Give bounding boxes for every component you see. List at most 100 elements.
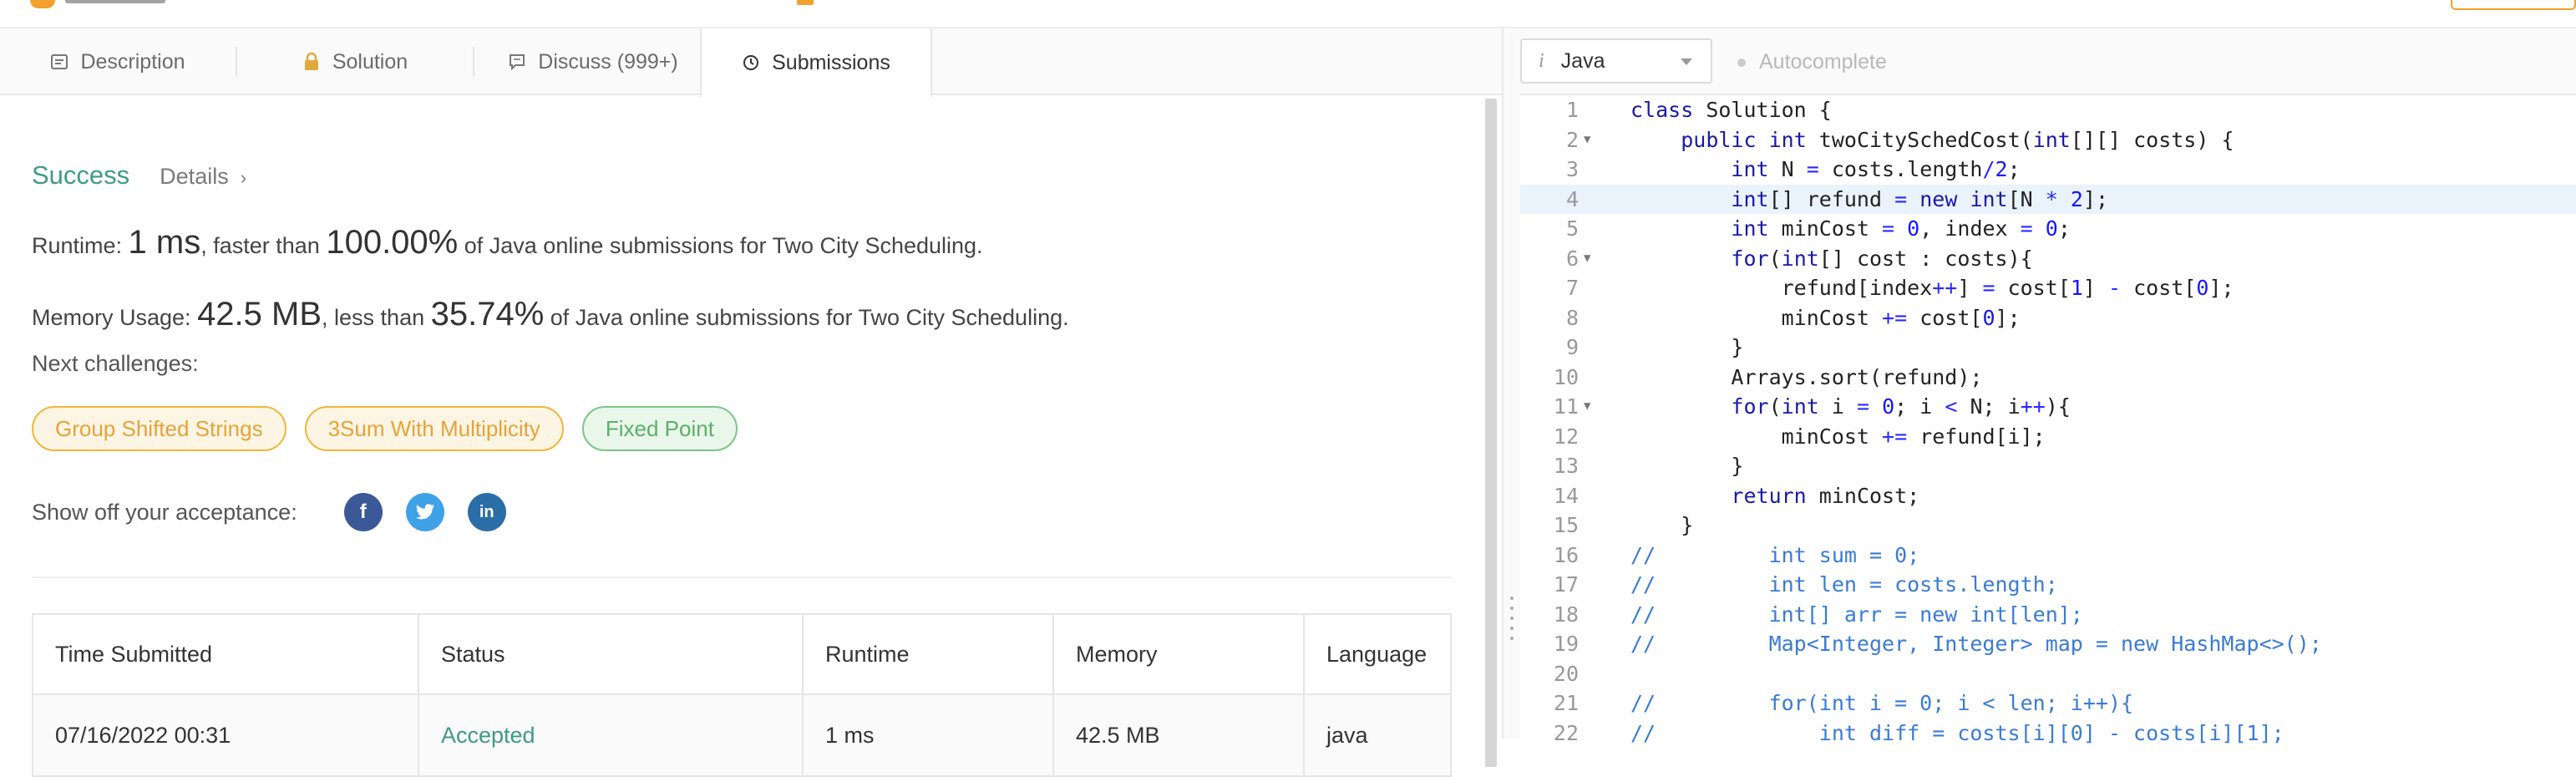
facebook-icon[interactable]: f xyxy=(343,493,383,531)
memory-mid: , less than xyxy=(322,305,431,330)
code-text: // int sum = 0; xyxy=(1630,542,1920,567)
line-number: 4 xyxy=(1565,186,1579,211)
code-line[interactable]: 22 // int diff = costs[i][0] - costs[i][1… xyxy=(1520,719,2576,748)
code-line[interactable]: 20 xyxy=(1520,659,2576,688)
code-line[interactable]: 6 ▼ for(int[] cost : costs){ xyxy=(1520,244,2576,273)
code-editor[interactable]: 1 class Solution {2 ▼ public int twoCitySc… xyxy=(1520,95,2576,745)
toggle-dot-icon xyxy=(1737,58,1746,67)
next-challenges-label: Next challenges: xyxy=(32,351,199,376)
autocomplete-toggle[interactable]: Autocomplete xyxy=(1737,50,1887,74)
code-line[interactable]: 9 } xyxy=(1520,333,2576,362)
top-navbar xyxy=(0,0,2576,28)
tab-submissions[interactable]: Submissions xyxy=(700,28,932,97)
column-header[interactable]: Runtime xyxy=(804,615,1054,693)
time-submitted-cell: 07/16/2022 00:31 xyxy=(33,695,419,775)
premium-icon[interactable] xyxy=(797,0,814,5)
editor-pane: i Java Autocomplete 1 class Solution { 2 ▼ … xyxy=(1520,28,2576,745)
column-header[interactable]: Language xyxy=(1305,615,1450,693)
tab-discuss[interactable]: Discuss (999+) xyxy=(474,28,712,95)
tab-description[interactable]: Description xyxy=(0,28,236,95)
problem-pane: Description Solution Discuss (999+) Subm… xyxy=(0,28,1502,777)
runtime-mid: , faster than xyxy=(200,233,327,258)
description-icon xyxy=(50,53,68,71)
autocomplete-label: Autocomplete xyxy=(1759,50,1887,74)
memory-tail: of Java online submissions for Two City … xyxy=(544,305,1069,330)
code-line[interactable]: 2 ▼ public int twoCitySchedCost(int[][] c… xyxy=(1520,125,2576,155)
navbar-item[interactable] xyxy=(65,0,165,3)
status-cell[interactable]: Accepted xyxy=(419,695,804,775)
table-row[interactable]: 07/16/2022 00:31 Accepted 1 ms 42.5 MB j… xyxy=(33,695,1450,775)
code-line[interactable]: 18 // int[] arr = new int[len]; xyxy=(1520,600,2576,629)
line-number: 18 xyxy=(1553,602,1579,627)
line-number: 9 xyxy=(1565,335,1579,359)
scrollbar[interactable] xyxy=(1485,99,1497,767)
runtime-tail: of Java online submissions for Two City … xyxy=(458,233,983,258)
line-number: 20 xyxy=(1553,661,1579,686)
code-text: // Map<Integer, Integer> map = new HashM… xyxy=(1630,632,2322,656)
code-line[interactable]: 10 Arrays.sort(refund); xyxy=(1520,363,2576,392)
code-line[interactable]: 4 int[] refund = new int[N * 2]; xyxy=(1520,184,2576,214)
line-number: 13 xyxy=(1553,454,1579,478)
code-text: int[] refund = new int[N * 2]; xyxy=(1731,186,2109,211)
line-number: 15 xyxy=(1553,513,1579,537)
code-line[interactable]: 8 minCost += cost[0]; xyxy=(1520,303,2576,333)
line-number: 1 xyxy=(1565,98,1579,122)
code-text: public int twoCitySchedCost(int[][] cost… xyxy=(1681,127,2234,152)
code-line[interactable]: 7 refund[index++] = cost[1] - cost[0]; xyxy=(1520,273,2576,302)
code-text: int N = costs.length/2; xyxy=(1731,157,2021,181)
code-line[interactable]: 5 int minCost = 0, index = 0; xyxy=(1520,214,2576,243)
memory-percentile: 35.74% xyxy=(430,296,545,333)
fold-arrow-icon[interactable]: ▼ xyxy=(1584,392,1595,421)
line-number: 5 xyxy=(1565,216,1579,241)
memory-stat: Memory Usage: 42.5 MB, less than 35.74% … xyxy=(32,296,1069,333)
memory-label: Memory Usage: xyxy=(32,305,198,330)
premium-button[interactable] xyxy=(2451,0,2576,10)
line-number: 3 xyxy=(1565,157,1579,181)
code-line[interactable]: 12 minCost += refund[i]; xyxy=(1520,422,2576,451)
pane-splitter[interactable] xyxy=(1502,28,1520,739)
linkedin-icon[interactable]: in xyxy=(467,493,506,531)
fold-arrow-icon[interactable]: ▼ xyxy=(1584,244,1595,273)
line-number: 6 xyxy=(1565,246,1579,271)
details-link[interactable]: Details › xyxy=(160,164,246,190)
column-header[interactable]: Memory xyxy=(1054,615,1305,693)
code-line[interactable]: 21 // for(int i = 0; i < len; i++){ xyxy=(1520,688,2576,718)
fold-arrow-icon[interactable]: ▼ xyxy=(1584,125,1595,155)
line-number: 8 xyxy=(1565,305,1579,330)
code-line[interactable]: 16 // int sum = 0; xyxy=(1520,541,2576,570)
code-text: for(int[] cost : costs){ xyxy=(1731,246,2033,271)
line-number: 12 xyxy=(1553,424,1579,449)
language-select[interactable]: i Java xyxy=(1520,38,1712,84)
status-success: Success xyxy=(32,160,130,190)
column-header[interactable]: Status xyxy=(419,615,804,693)
code-text: } xyxy=(1630,454,1744,478)
twitter-icon[interactable] xyxy=(405,493,444,531)
tab-solution[interactable]: Solution xyxy=(237,28,473,95)
challenge-chip[interactable]: Fixed Point xyxy=(581,406,738,451)
submissions-table: Time Submitted Status Runtime Memory Lan… xyxy=(32,613,1452,777)
code-text: int minCost = 0, index = 0; xyxy=(1731,216,2071,241)
info-icon: i xyxy=(1539,49,1544,72)
code-line[interactable]: 1 class Solution { xyxy=(1520,95,2576,124)
logo-icon[interactable] xyxy=(30,0,55,8)
line-number: 2 xyxy=(1565,127,1579,152)
line-number: 10 xyxy=(1553,364,1579,389)
line-number: 22 xyxy=(1553,720,1579,745)
challenge-chip[interactable]: 3Sum With Multiplicity xyxy=(304,406,564,451)
details-label: Details xyxy=(160,164,229,189)
runtime-label: Runtime: xyxy=(32,233,129,258)
line-number: 14 xyxy=(1553,483,1579,508)
code-text: class Solution { xyxy=(1630,98,1832,122)
code-line[interactable]: 14 return minCost; xyxy=(1520,481,2576,510)
drag-handle-icon[interactable] xyxy=(1510,597,1514,640)
code-line[interactable]: 3 int N = costs.length/2; xyxy=(1520,155,2576,184)
code-line[interactable]: 19 // Map<Integer, Integer> map = new Has… xyxy=(1520,629,2576,658)
lock-icon xyxy=(302,53,321,71)
code-line[interactable]: 17 // int len = costs.length; xyxy=(1520,570,2576,599)
code-line[interactable]: 11 ▼ for(int i = 0; i < N; i++){ xyxy=(1520,392,2576,421)
code-line[interactable]: 13 } xyxy=(1520,451,2576,480)
column-header[interactable]: Time Submitted xyxy=(33,615,419,693)
code-line[interactable]: 15 } xyxy=(1520,510,2576,540)
challenge-chip[interactable]: Group Shifted Strings xyxy=(32,406,287,451)
line-number: 17 xyxy=(1553,572,1579,597)
